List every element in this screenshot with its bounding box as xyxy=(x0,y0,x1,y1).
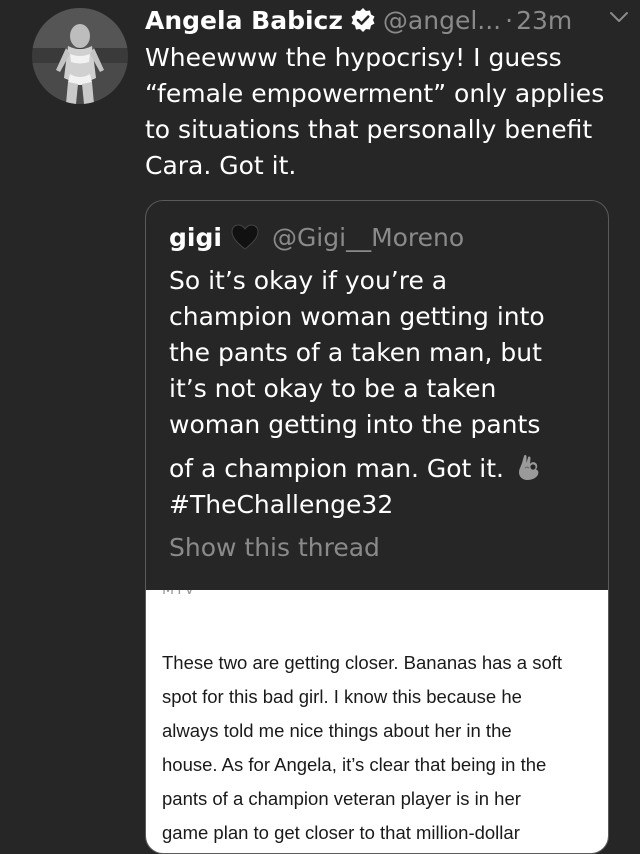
tweet-text: Wheewww the hypocrisy! I guess “female e… xyxy=(145,43,605,180)
tweet-header: Angela Babicz @angel... · 23m xyxy=(145,4,620,36)
media-text-line: house. As for Angela, it’s clear that be… xyxy=(162,754,547,775)
quoted-author-handle: @Gigi__Moreno xyxy=(271,222,465,252)
separator-dot: · xyxy=(505,5,514,35)
avatar[interactable] xyxy=(32,8,128,104)
show-thread-link[interactable]: Show this thread xyxy=(169,533,380,562)
chevron-down-icon[interactable] xyxy=(608,6,630,28)
ok-hand-emoji-icon xyxy=(514,452,544,482)
quoted-text-line: of a champion man. Got it. xyxy=(169,454,504,483)
quoted-tweet-text: So it’s okay if you’re a champion woman … xyxy=(169,263,589,523)
verified-badge-icon xyxy=(350,7,376,33)
black-heart-icon xyxy=(230,223,260,251)
author-name[interactable]: Angela Babicz xyxy=(145,6,343,35)
quoted-tweet[interactable]: gigi @Gigi__Moreno So it’s okay if you’r… xyxy=(145,200,609,854)
author-handle[interactable]: @angel... xyxy=(383,6,501,35)
quoted-author-name: gigi xyxy=(169,222,222,252)
quoted-text-line: So it’s okay if you’re a xyxy=(169,266,448,295)
media-text-line: spot for this bad girl. I know this beca… xyxy=(162,686,522,707)
quoted-text-line: woman getting into the pants xyxy=(169,410,541,439)
media-text-line: pants of a champion veteran player is in… xyxy=(162,788,521,809)
timestamp[interactable]: 23m xyxy=(516,6,572,35)
quoted-media-image[interactable]: MTV These two are getting closer. Banana… xyxy=(146,590,608,853)
media-text-line: always told me nice things about her in … xyxy=(162,720,512,741)
media-text-line: game plan to get closer to that million-… xyxy=(162,822,520,843)
quoted-tweet-header: gigi @Gigi__Moreno xyxy=(169,219,464,255)
tweet: Angela Babicz @angel... · 23m Wheewww th… xyxy=(0,0,640,854)
quoted-text-line: the pants of a taken man, but xyxy=(169,338,542,367)
media-article-text: These two are getting closer. Bananas ha… xyxy=(162,646,608,850)
quoted-text-line-with-emoji: of a champion man. Got it. xyxy=(169,451,589,487)
media-source-label: MTV xyxy=(162,590,196,598)
quoted-text-hashtag[interactable]: #TheChallenge32 xyxy=(169,487,589,523)
quoted-text-line: champion woman getting into xyxy=(169,302,545,331)
quoted-text-line: it’s not okay to be a taken xyxy=(169,374,497,403)
media-text-line: These two are getting closer. Bananas ha… xyxy=(162,652,563,673)
